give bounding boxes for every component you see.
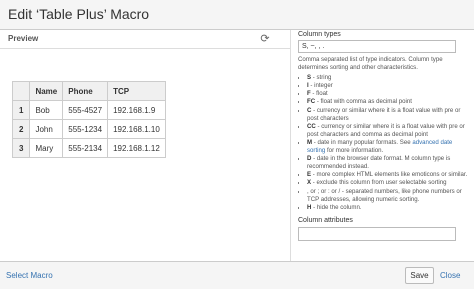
type-key: CC <box>307 122 316 130</box>
list-item: C - currency or similar where it is a fl… <box>307 107 468 123</box>
list-item: S - string <box>307 74 468 82</box>
table-cell: Bob <box>29 100 64 120</box>
column-attributes-input[interactable] <box>298 226 456 241</box>
type-text: - date in the browser date format. M col… <box>307 155 451 171</box>
column-types-description: Comma separated list of type indicators.… <box>298 56 443 72</box>
type-text: - exclude this column from user selectab… <box>311 179 447 187</box>
type-text: - integer <box>308 82 333 90</box>
column-attributes-label: Column attributes <box>298 216 353 224</box>
table-cell: John <box>29 119 64 139</box>
list-item: H - hide the column. <box>307 204 468 212</box>
panel-divider <box>290 30 291 261</box>
save-button[interactable]: Save <box>405 267 434 284</box>
type-text: - float with comma as decimal point <box>315 98 412 106</box>
type-text-after: for more information. <box>325 147 384 155</box>
table-header-row: Name Phone TCP <box>11 81 166 101</box>
list-item: I - integer <box>307 82 468 90</box>
table-header-cell[interactable]: TCP <box>107 81 166 101</box>
row-number: 3 <box>11 138 31 158</box>
refresh-icon[interactable]: ⟳ <box>259 33 271 45</box>
table-cell: 555-4527 <box>62 100 109 120</box>
table-header-cell[interactable] <box>11 81 31 101</box>
list-item: CC - currency or similar where it is a f… <box>307 123 468 139</box>
table-cell: 555-2134 <box>62 138 109 158</box>
preview-label: Preview <box>8 34 39 43</box>
column-types-label: Column types <box>298 31 341 38</box>
dialog-footer: Select Macro Save Close <box>0 261 474 289</box>
table-header-cell[interactable]: Phone <box>62 81 109 101</box>
preview-header: Preview <box>0 30 290 49</box>
row-number: 1 <box>11 100 31 120</box>
table-cell: 192.168.1.12 <box>107 138 166 158</box>
dialog-title: Edit ‘Table Plus’ Macro <box>8 6 150 22</box>
type-key: FC <box>307 98 316 106</box>
table-row: 2 John 555-1234 192.168.1.10 <box>11 119 166 139</box>
list-item: E - more complex HTML elements like emot… <box>307 171 468 179</box>
list-item: F - float <box>307 90 468 98</box>
type-text: - string <box>311 74 332 82</box>
type-text: - more complex HTML elements like emotic… <box>311 171 468 179</box>
table-cell: 555-1234 <box>62 119 109 139</box>
type-text: - currency or similar where it is a floa… <box>307 106 461 122</box>
column-types-input[interactable] <box>298 40 456 53</box>
table-cell: 192.168.1.10 <box>107 119 166 139</box>
type-text: , or ; or : or / - separated numbers, li… <box>307 187 462 203</box>
select-macro-link[interactable]: Select Macro <box>6 271 53 280</box>
table-cell: 192.168.1.9 <box>107 100 166 120</box>
type-text: - float <box>310 90 328 98</box>
table-row: 1 Bob 555-4527 192.168.1.9 <box>11 100 166 120</box>
type-text: - date in many popular formats. See <box>312 138 413 146</box>
list-item: D - date in the browser date format. M c… <box>307 155 468 171</box>
type-text: - currency or similar where it is a floa… <box>307 122 465 138</box>
list-item: X - exclude this column from user select… <box>307 179 468 187</box>
dialog-header: Edit ‘Table Plus’ Macro <box>0 0 474 30</box>
list-item: M - date in many popular formats. See ad… <box>307 139 468 155</box>
column-types-list: S - string I - integer F - float FC - fl… <box>298 74 468 212</box>
type-text: - hide the column. <box>311 203 362 211</box>
macro-parameters-panel: Column types Comma separated list of typ… <box>298 30 468 261</box>
table-row: 3 Mary 555-2134 192.168.1.12 <box>11 138 166 158</box>
row-number: 2 <box>11 119 31 139</box>
list-item: , or ; or : or / - separated numbers, li… <box>307 188 468 204</box>
table-cell: Mary <box>29 138 64 158</box>
close-link[interactable]: Close <box>440 271 460 280</box>
table-header-cell[interactable]: Name <box>29 81 64 101</box>
list-item: FC - float with comma as decimal point <box>307 98 468 106</box>
preview-table: Name Phone TCP 1 Bob 555-4527 192.168.1.… <box>11 81 166 158</box>
